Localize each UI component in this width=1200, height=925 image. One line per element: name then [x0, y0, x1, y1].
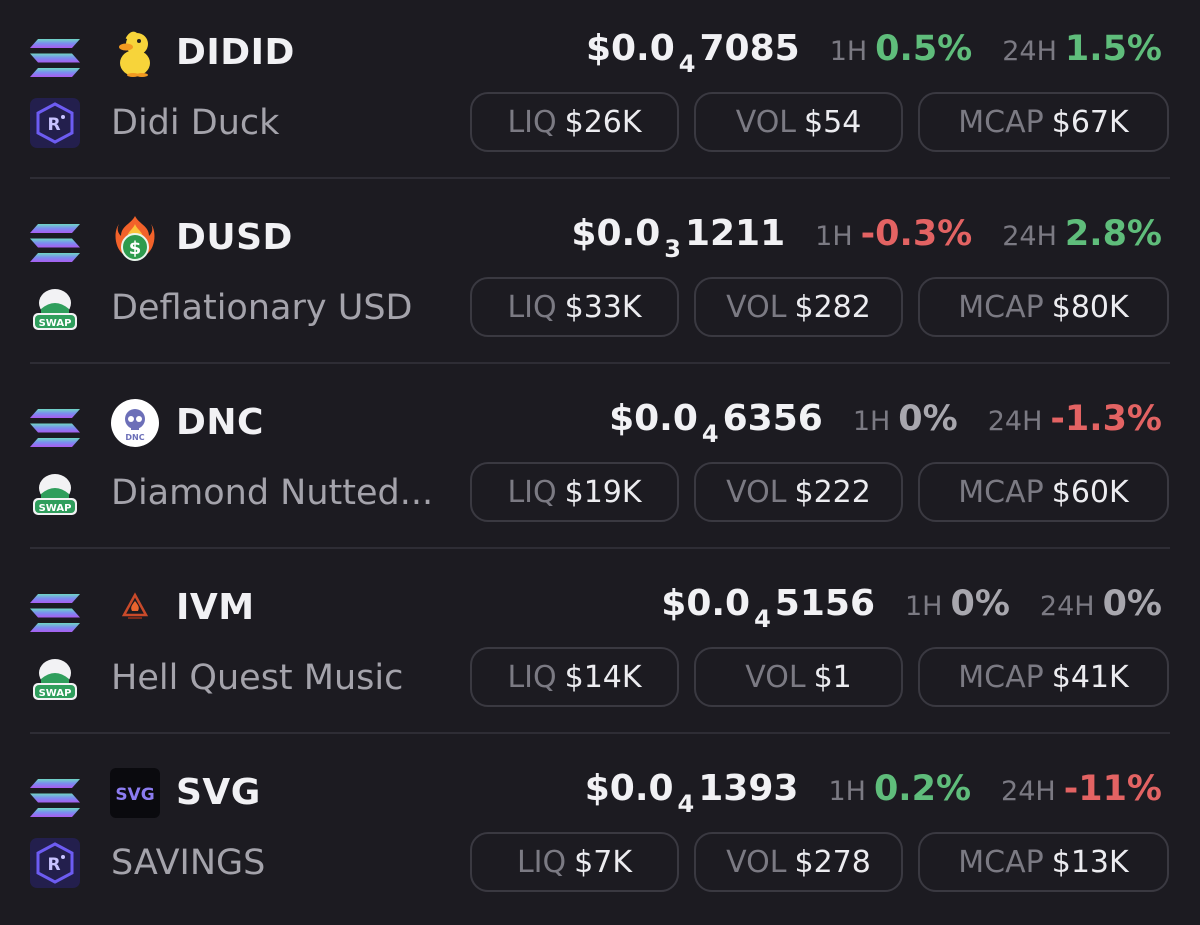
- 24h-change: 1.5%: [1064, 29, 1162, 69]
- liquidity-pill[interactable]: LIQ $26K: [470, 92, 679, 152]
- token-price: $0.0 4 7085: [585, 28, 800, 78]
- liquidity-pill[interactable]: LIQ $14K: [470, 647, 679, 707]
- 24h-label: 24H: [1002, 221, 1057, 252]
- volume-pill[interactable]: VOL $222: [694, 462, 903, 522]
- raydium-icon: R: [30, 98, 80, 148]
- swap-icon-label: SWAP: [39, 688, 72, 699]
- svg-logo-icon: SVG: [110, 768, 160, 818]
- 1h-label: 1H: [815, 221, 853, 252]
- 1h-change: 0.5%: [875, 29, 973, 69]
- 1h-change: 0.2%: [873, 769, 972, 809]
- token-row-didid[interactable]: DIDID R Didi Duck $0.0 4 7085 1H 0.5% 24H …: [0, 0, 1200, 185]
- fire-emblem-icon: [110, 583, 160, 633]
- solana-icon: [30, 779, 80, 817]
- 24h-change: -1.3%: [1050, 399, 1162, 439]
- price-change-line: $0.0 4 6356 1H 0% 24H -1.3%: [609, 398, 1162, 448]
- price-zero-count: 4: [677, 790, 695, 818]
- market-cap-pill[interactable]: MCAP $60K: [918, 462, 1169, 522]
- token-row-svg[interactable]: SVG SVG R SAVINGS $0.0 4 1393 1H 0.2% 24H …: [0, 740, 1200, 925]
- swap-icon: SWAP: [30, 653, 80, 703]
- price-change-line: $0.0 3 1211 1H -0.3% 24H 2.8%: [571, 213, 1162, 263]
- token-row-ivm[interactable]: IVM SWAP Hell Quest Music $0.0 4 5156 1H 0…: [0, 555, 1200, 740]
- price-change-line: $0.0 4 5156 1H 0% 24H 0%: [661, 583, 1162, 633]
- liquidity-pill[interactable]: LIQ $19K: [470, 462, 679, 522]
- duck-icon: [110, 28, 160, 78]
- market-cap-pill[interactable]: MCAP $13K: [918, 832, 1169, 892]
- swap-icon-label: SWAP: [39, 503, 72, 514]
- token-symbol: IVM: [176, 587, 255, 628]
- token-name: Deflationary USD: [111, 288, 413, 328]
- volume-pill[interactable]: VOL $1: [694, 647, 903, 707]
- swap-icon: SWAP: [30, 283, 80, 333]
- 24h-change: -11%: [1063, 769, 1162, 809]
- 1h-label: 1H: [828, 776, 866, 807]
- market-cap-pill[interactable]: MCAP $80K: [918, 277, 1169, 337]
- token-name: SAVINGS: [111, 843, 266, 883]
- raydium-icon-letter: R: [47, 115, 60, 135]
- svg-text:$: $: [129, 238, 142, 259]
- market-cap-pill[interactable]: MCAP $67K: [918, 92, 1169, 152]
- token-row-dnc[interactable]: DNC DNC SWAP Diamond Nutted... $0.0 4 6356…: [0, 370, 1200, 555]
- market-cap-pill[interactable]: MCAP $41K: [918, 647, 1169, 707]
- price-zero-count: 4: [701, 420, 719, 448]
- row-divider: [30, 547, 1170, 549]
- token-price: $0.0 4 6356: [609, 398, 823, 448]
- price-change-line: $0.0 4 1393 1H 0.2% 24H -11%: [585, 768, 1162, 818]
- token-name: Didi Duck: [111, 103, 280, 143]
- token-price: $0.0 4 1393: [584, 768, 799, 818]
- solana-icon: [30, 39, 80, 77]
- row-divider: [30, 177, 1170, 179]
- volume-pill[interactable]: VOL $282: [694, 277, 903, 337]
- 1h-label: 1H: [829, 36, 868, 67]
- 24h-label: 24H: [987, 406, 1043, 437]
- raydium-icon: R: [30, 838, 80, 888]
- token-price: $0.0 4 5156: [661, 583, 875, 633]
- row-divider: [30, 362, 1170, 364]
- token-price: $0.0 3 1211: [571, 213, 786, 263]
- token-symbol: DUSD: [176, 217, 293, 258]
- 1h-change: -0.3%: [860, 214, 973, 254]
- price-zero-count: 3: [664, 235, 681, 263]
- token-symbol: DNC: [176, 402, 264, 443]
- 24h-label: 24H: [1039, 591, 1095, 622]
- token-list: DIDID R Didi Duck $0.0 4 7085 1H 0.5% 24H …: [0, 0, 1200, 917]
- row-divider: [30, 732, 1170, 734]
- 24h-label: 24H: [1002, 36, 1057, 67]
- 1h-label: 1H: [852, 406, 891, 437]
- swap-icon-label: SWAP: [39, 318, 72, 329]
- 24h-label: 24H: [1001, 776, 1056, 807]
- solana-icon: [30, 224, 80, 262]
- solana-icon: [30, 409, 80, 447]
- price-change-line: $0.0 4 7085 1H 0.5% 24H 1.5%: [586, 28, 1162, 78]
- token-symbol: SVG: [176, 772, 261, 813]
- liquidity-pill[interactable]: LIQ $7K: [470, 832, 679, 892]
- skull-icon: DNC: [110, 398, 160, 448]
- token-name: Diamond Nutted...: [111, 473, 434, 513]
- volume-pill[interactable]: VOL $278: [694, 832, 903, 892]
- raydium-icon-letter: R: [47, 855, 60, 875]
- 1h-label: 1H: [905, 591, 943, 622]
- swap-icon: SWAP: [30, 468, 80, 518]
- flaming-dollar-icon: $: [110, 213, 160, 263]
- volume-pill[interactable]: VOL $54: [694, 92, 903, 152]
- liquidity-pill[interactable]: LIQ $33K: [470, 277, 679, 337]
- svg-logo-text: SVG: [115, 785, 154, 805]
- 24h-change: 0%: [1102, 584, 1162, 624]
- price-zero-count: 4: [754, 605, 771, 633]
- token-row-dusd[interactable]: $ DUSD SWAP Deflationary USD $0.0 3 1211 1…: [0, 185, 1200, 370]
- token-name: Hell Quest Music: [111, 658, 404, 698]
- 24h-change: 2.8%: [1064, 214, 1162, 254]
- solana-icon: [30, 594, 80, 632]
- token-symbol: DIDID: [176, 32, 295, 73]
- 1h-change: 0%: [898, 399, 958, 439]
- price-zero-count: 4: [678, 50, 696, 78]
- skull-icon-text: DNC: [125, 433, 144, 442]
- 1h-change: 0%: [950, 584, 1010, 624]
